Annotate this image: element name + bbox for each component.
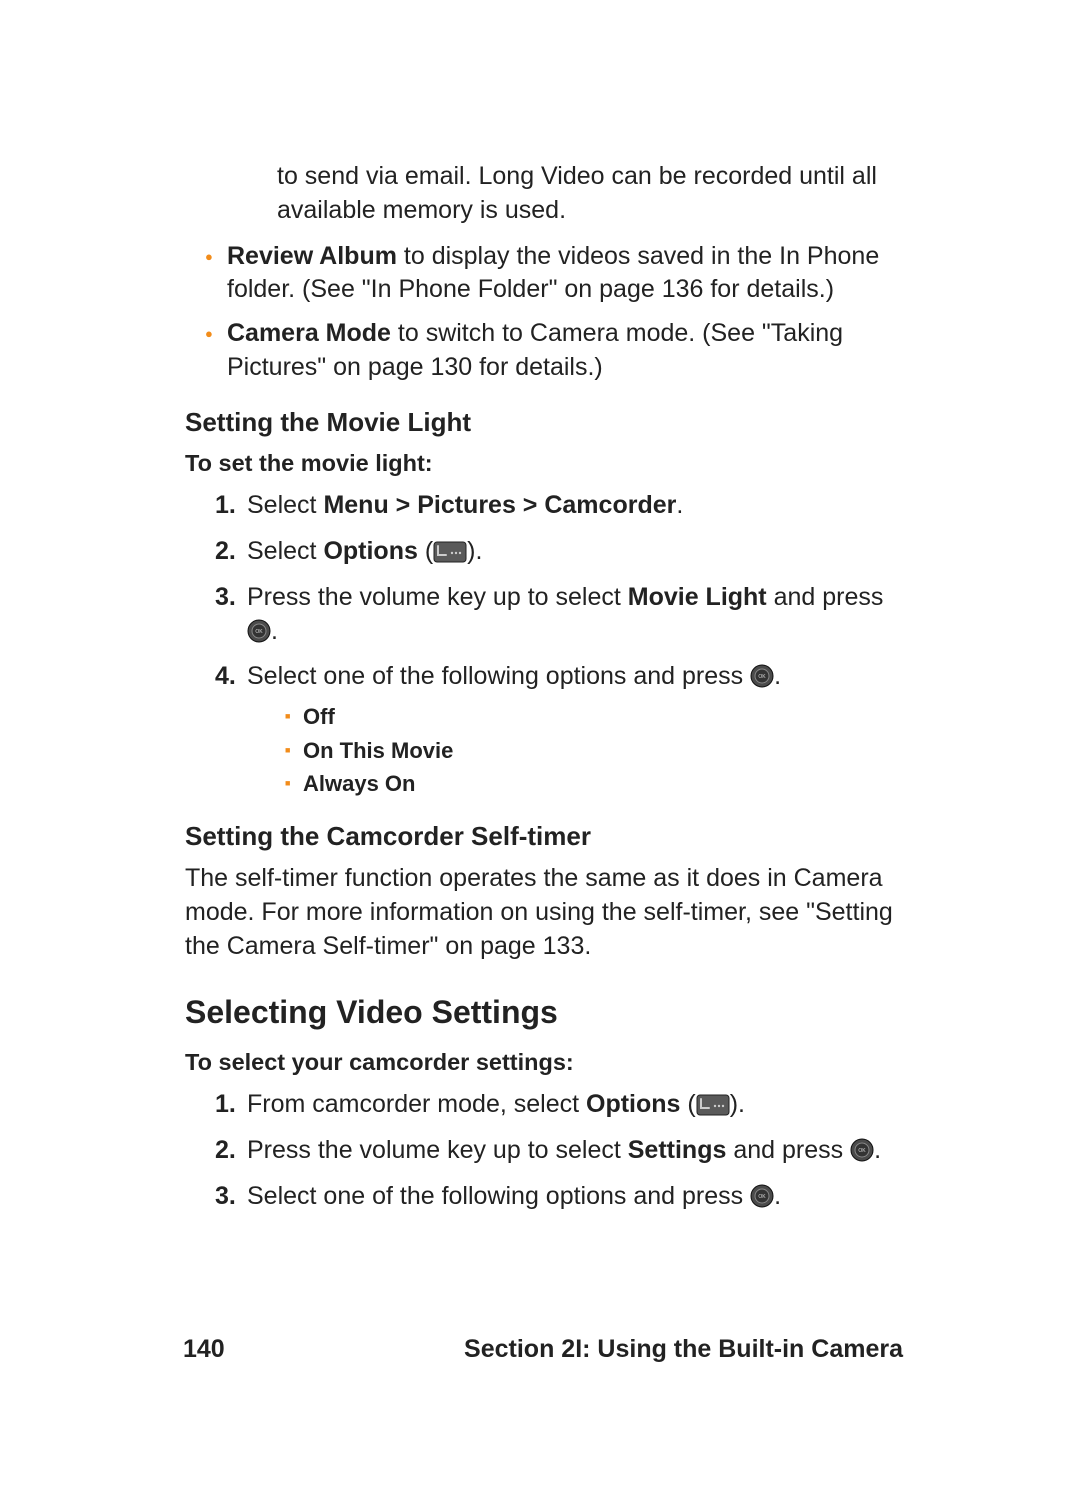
step-text: Select xyxy=(247,537,323,565)
step-text: Select one of the following options and … xyxy=(247,1182,750,1210)
steps-movie-light: Select Menu > Pictures > Camcorder. Sele… xyxy=(215,489,905,799)
step-text: . xyxy=(271,617,278,645)
intro-movie-light: To set the movie light: xyxy=(185,448,905,480)
step-item: Select one of the following options and … xyxy=(215,660,905,799)
heading-video-settings: Selecting Video Settings xyxy=(185,991,905,1034)
step-bold: Menu > Pictures > Camcorder xyxy=(323,491,676,519)
self-timer-text: The self-timer function operates the sam… xyxy=(185,862,905,963)
step-text: ( xyxy=(418,537,433,565)
section-title: Section 2I: Using the Built-in Camera xyxy=(464,1335,903,1364)
heading-self-timer: Setting the Camcorder Self-timer xyxy=(185,819,905,854)
page-footer: 140 Section 2I: Using the Built-in Camer… xyxy=(183,1335,903,1364)
step-text: . xyxy=(774,1182,781,1210)
continued-paragraph: to send via email. Long Video can be rec… xyxy=(277,160,905,228)
step-text: From camcorder mode, select xyxy=(247,1090,586,1118)
steps-video-settings: From camcorder mode, select Options (). … xyxy=(215,1088,905,1213)
step-text: Select one of the following options and … xyxy=(247,662,750,690)
heading-movie-light: Setting the Movie Light xyxy=(185,405,905,440)
ok-button-icon xyxy=(247,619,271,643)
page-number: 140 xyxy=(183,1335,225,1364)
step-text: . xyxy=(774,662,781,690)
step-bold: Options xyxy=(323,537,417,565)
bullet-bold: Review Album xyxy=(227,242,397,270)
step-text: and press xyxy=(726,1136,850,1164)
step-text: ). xyxy=(730,1090,745,1118)
right-softkey-icon xyxy=(433,539,467,561)
step-text: Press the volume key up to select xyxy=(247,1136,628,1164)
right-softkey-icon xyxy=(696,1092,730,1114)
step-text: . xyxy=(874,1136,881,1164)
step-text: Select xyxy=(247,491,323,519)
step-text: ( xyxy=(680,1090,695,1118)
step-item: From camcorder mode, select Options (). xyxy=(215,1088,905,1122)
step-item: Select one of the following options and … xyxy=(215,1180,905,1214)
option-always-on: Always On xyxy=(285,769,905,799)
step-text: . xyxy=(676,491,683,519)
bullet-bold: Camera Mode xyxy=(227,319,391,347)
step-text: and press xyxy=(767,583,884,611)
feature-bullet-list: Review Album to display the videos saved… xyxy=(205,240,905,385)
step-text: ). xyxy=(467,537,482,565)
manual-page: to send via email. Long Video can be rec… xyxy=(0,0,1080,1214)
step-bold: Settings xyxy=(628,1136,727,1164)
intro-video-settings: To select your camcorder settings: xyxy=(185,1047,905,1079)
bullet-camera-mode: Camera Mode to switch to Camera mode. (S… xyxy=(205,317,905,385)
option-off: Off xyxy=(285,702,905,732)
step-item: Press the volume key up to select Movie … xyxy=(215,581,905,649)
option-on-this-movie: On This Movie xyxy=(285,736,905,766)
step-bold: Options xyxy=(586,1090,680,1118)
ok-button-icon xyxy=(750,1184,774,1208)
ok-button-icon xyxy=(750,664,774,688)
step-item: Select Menu > Pictures > Camcorder. xyxy=(215,489,905,523)
bullet-review-album: Review Album to display the videos saved… xyxy=(205,240,905,308)
movie-light-options: Off On This Movie Always On xyxy=(285,702,905,799)
step-item: Select Options (). xyxy=(215,535,905,569)
step-text: Press the volume key up to select xyxy=(247,583,628,611)
step-bold: Movie Light xyxy=(628,583,767,611)
ok-button-icon xyxy=(850,1138,874,1162)
step-item: Press the volume key up to select Settin… xyxy=(215,1134,905,1168)
